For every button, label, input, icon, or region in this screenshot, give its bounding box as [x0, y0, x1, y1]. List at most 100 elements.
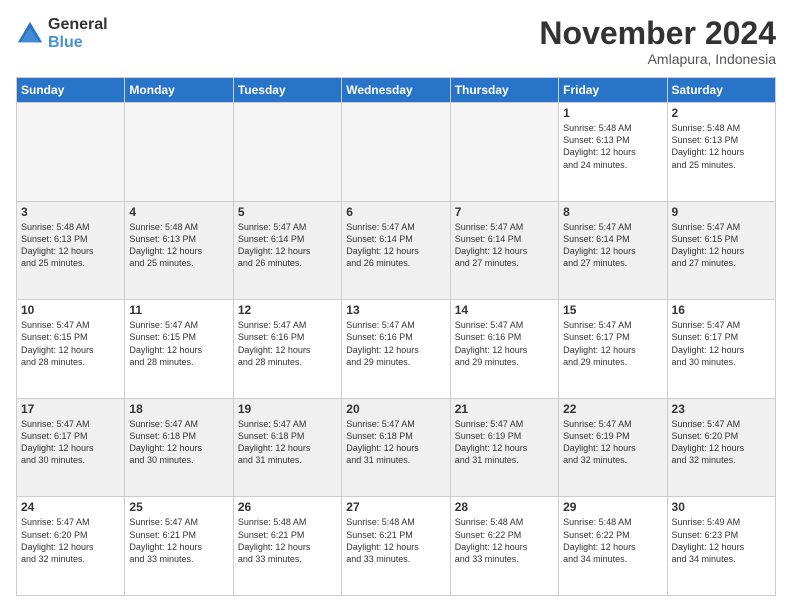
calendar-cell: 21Sunrise: 5:47 AM Sunset: 6:19 PM Dayli…: [450, 398, 558, 497]
calendar-cell: 29 Sunrise: 5:48 AM Sunset: 6:22 PM Dayli…: [559, 497, 667, 596]
calendar-cell: 15 Sunrise: 5:47 AM Sunset: 6:17 PM Dayli…: [559, 300, 667, 399]
day-info: Sunrise: 5:47 AM Sunset: 6:15 PM Dayligh…: [21, 319, 120, 368]
day-info: Sunrise: 5:48 AM Sunset: 6:21 PM Dayligh…: [238, 516, 337, 565]
calendar-week-row: 3 Sunrise: 5:48 AM Sunset: 6:13 PM Daylig…: [17, 201, 776, 300]
day-info: Sunrise: 5:47 AM Sunset: 6:15 PM Dayligh…: [672, 221, 771, 270]
calendar-cell: 17 Sunrise: 5:47 AM Sunset: 6:17 PM Dayli…: [17, 398, 125, 497]
day-info: Sunrise: 5:48 AM Sunset: 6:22 PM Dayligh…: [563, 516, 662, 565]
day-number: 12: [238, 303, 337, 317]
day-number: 20: [346, 402, 445, 416]
day-number: 14: [455, 303, 554, 317]
day-number: 5: [238, 205, 337, 219]
day-info: Sunrise: 5:48 AM Sunset: 6:22 PM Dayligh…: [455, 516, 554, 565]
day-number: 17: [21, 402, 120, 416]
title-block: November 2024 Amlapura, Indonesia: [539, 16, 776, 67]
weekday-header: Friday: [559, 78, 667, 103]
day-number: 27: [346, 500, 445, 514]
day-number: 10: [21, 303, 120, 317]
calendar-cell: 11 Sunrise: 5:47 AM Sunset: 6:15 PM Dayli…: [125, 300, 233, 399]
day-info: Sunrise: 5:47 AM Sunset: 6:17 PM Dayligh…: [21, 418, 120, 467]
day-number: 6: [346, 205, 445, 219]
logo-text: General Blue: [48, 16, 108, 51]
day-info: Sunrise: 5:47 AM Sunset: 6:14 PM Dayligh…: [238, 221, 337, 270]
day-number: 15: [563, 303, 662, 317]
day-number: 29: [563, 500, 662, 514]
calendar-cell: 12 Sunrise: 5:47 AM Sunset: 6:16 PM Dayli…: [233, 300, 341, 399]
calendar-week-row: 17 Sunrise: 5:47 AM Sunset: 6:17 PM Dayli…: [17, 398, 776, 497]
calendar-cell: [342, 103, 450, 202]
calendar-header-row: SundayMondayTuesdayWednesdayThursdayFrid…: [17, 78, 776, 103]
day-number: 1: [563, 106, 662, 120]
calendar-cell: 24 Sunrise: 5:47 AM Sunset: 6:20 PM Dayli…: [17, 497, 125, 596]
day-number: 28: [455, 500, 554, 514]
day-number: 24: [21, 500, 120, 514]
day-info: Sunrise: 5:47 AM Sunset: 6:14 PM Dayligh…: [346, 221, 445, 270]
day-info: Sunrise: 5:47 AM Sunset: 6:18 PM Dayligh…: [129, 418, 228, 467]
day-info: Sunrise: 5:47 AM Sunset: 6:17 PM Dayligh…: [563, 319, 662, 368]
day-number: 25: [129, 500, 228, 514]
weekday-header: Tuesday: [233, 78, 341, 103]
day-number: 19: [238, 402, 337, 416]
logo-line2: Blue: [48, 34, 108, 52]
day-number: 16: [672, 303, 771, 317]
weekday-header: Sunday: [17, 78, 125, 103]
calendar-cell: 18Sunrise: 5:47 AM Sunset: 6:18 PM Dayli…: [125, 398, 233, 497]
calendar-cell: [233, 103, 341, 202]
logo-line1: General: [48, 16, 108, 34]
calendar-cell: [125, 103, 233, 202]
calendar-table: SundayMondayTuesdayWednesdayThursdayFrid…: [16, 77, 776, 596]
day-number: 4: [129, 205, 228, 219]
day-info: Sunrise: 5:49 AM Sunset: 6:23 PM Dayligh…: [672, 516, 771, 565]
calendar-body: 1 Sunrise: 5:48 AM Sunset: 6:13 PM Daylig…: [17, 103, 776, 596]
calendar-cell: 16 Sunrise: 5:47 AM Sunset: 6:17 PM Dayli…: [667, 300, 775, 399]
day-number: 8: [563, 205, 662, 219]
day-number: 9: [672, 205, 771, 219]
calendar-week-row: 1 Sunrise: 5:48 AM Sunset: 6:13 PM Daylig…: [17, 103, 776, 202]
calendar-cell: 26 Sunrise: 5:48 AM Sunset: 6:21 PM Dayli…: [233, 497, 341, 596]
day-info: Sunrise: 5:47 AM Sunset: 6:21 PM Dayligh…: [129, 516, 228, 565]
calendar-week-row: 10 Sunrise: 5:47 AM Sunset: 6:15 PM Dayli…: [17, 300, 776, 399]
day-info: Sunrise: 5:47 AM Sunset: 6:20 PM Dayligh…: [21, 516, 120, 565]
calendar-cell: 25 Sunrise: 5:47 AM Sunset: 6:21 PM Dayli…: [125, 497, 233, 596]
day-number: 11: [129, 303, 228, 317]
calendar-cell: [17, 103, 125, 202]
calendar-cell: 1 Sunrise: 5:48 AM Sunset: 6:13 PM Daylig…: [559, 103, 667, 202]
day-info: Sunrise: 5:47 AM Sunset: 6:16 PM Dayligh…: [238, 319, 337, 368]
calendar-cell: 7Sunrise: 5:47 AM Sunset: 6:14 PM Daylig…: [450, 201, 558, 300]
day-number: 26: [238, 500, 337, 514]
day-info: Sunrise: 5:47 AM Sunset: 6:14 PM Dayligh…: [563, 221, 662, 270]
day-info: Sunrise: 5:47 AM Sunset: 6:17 PM Dayligh…: [672, 319, 771, 368]
calendar-cell: 5 Sunrise: 5:47 AM Sunset: 6:14 PM Daylig…: [233, 201, 341, 300]
calendar-cell: 19 Sunrise: 5:47 AM Sunset: 6:18 PM Dayli…: [233, 398, 341, 497]
weekday-header: Thursday: [450, 78, 558, 103]
day-info: Sunrise: 5:48 AM Sunset: 6:13 PM Dayligh…: [563, 122, 662, 171]
calendar-cell: 27 Sunrise: 5:48 AM Sunset: 6:21 PM Dayli…: [342, 497, 450, 596]
calendar-cell: 8 Sunrise: 5:47 AM Sunset: 6:14 PM Daylig…: [559, 201, 667, 300]
day-info: Sunrise: 5:47 AM Sunset: 6:14 PM Dayligh…: [455, 221, 554, 270]
weekday-header: Wednesday: [342, 78, 450, 103]
calendar-cell: 9 Sunrise: 5:47 AM Sunset: 6:15 PM Daylig…: [667, 201, 775, 300]
day-number: 2: [672, 106, 771, 120]
calendar-cell: 2Sunrise: 5:48 AM Sunset: 6:13 PM Daylig…: [667, 103, 775, 202]
day-info: Sunrise: 5:47 AM Sunset: 6:19 PM Dayligh…: [563, 418, 662, 467]
day-number: 30: [672, 500, 771, 514]
day-info: Sunrise: 5:48 AM Sunset: 6:13 PM Dayligh…: [129, 221, 228, 270]
location: Amlapura, Indonesia: [539, 51, 776, 67]
calendar-cell: 6 Sunrise: 5:47 AM Sunset: 6:14 PM Daylig…: [342, 201, 450, 300]
weekday-header: Saturday: [667, 78, 775, 103]
logo-icon: [16, 20, 44, 48]
calendar-cell: 4 Sunrise: 5:48 AM Sunset: 6:13 PM Daylig…: [125, 201, 233, 300]
day-info: Sunrise: 5:47 AM Sunset: 6:18 PM Dayligh…: [238, 418, 337, 467]
calendar-cell: 3Sunrise: 5:48 AM Sunset: 6:13 PM Daylig…: [17, 201, 125, 300]
calendar-cell: 14Sunrise: 5:47 AM Sunset: 6:16 PM Dayli…: [450, 300, 558, 399]
header: General Blue November 2024 Amlapura, Ind…: [16, 16, 776, 67]
day-info: Sunrise: 5:47 AM Sunset: 6:15 PM Dayligh…: [129, 319, 228, 368]
calendar-week-row: 24 Sunrise: 5:47 AM Sunset: 6:20 PM Dayli…: [17, 497, 776, 596]
day-number: 21: [455, 402, 554, 416]
month-title: November 2024: [539, 16, 776, 51]
calendar-cell: 13Sunrise: 5:47 AM Sunset: 6:16 PM Dayli…: [342, 300, 450, 399]
day-number: 3: [21, 205, 120, 219]
day-info: Sunrise: 5:48 AM Sunset: 6:21 PM Dayligh…: [346, 516, 445, 565]
page: General Blue November 2024 Amlapura, Ind…: [0, 0, 792, 612]
day-number: 13: [346, 303, 445, 317]
